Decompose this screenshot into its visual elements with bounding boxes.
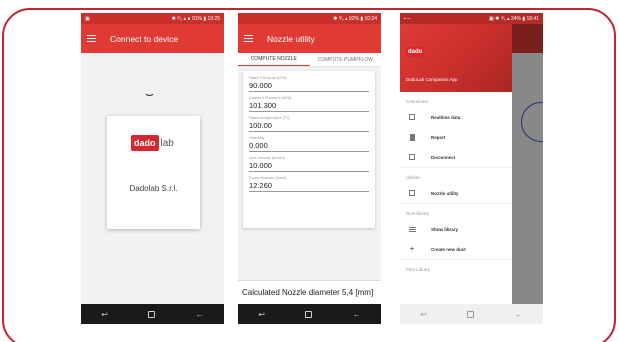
tab-bar: COMPUTE NOZZLE COMPUTE PUMPFLOW: [238, 53, 381, 67]
back-nav-icon[interactable]: ↩: [101, 310, 108, 319]
drawer-item-realtime-data[interactable]: Realtime data: [400, 107, 512, 127]
app-bar: Nozzle utility: [238, 24, 381, 53]
tab-compute-pumpflow[interactable]: COMPUTE PUMPFLOW: [310, 53, 382, 66]
hamburger-menu-icon[interactable]: [87, 35, 96, 42]
nozzle-form: Stack Pressure [kPa] 90.000 Ambient Pres…: [243, 71, 375, 228]
phone-connect-screen: ▣ ✱ ⁰⁄₀ ▴ ∎ 91% ▮ 10:25 Connect to devic…: [81, 13, 224, 324]
drawer-item-create-new-duct[interactable]: + Create new duct: [400, 239, 512, 259]
device-card[interactable]: dado lab Dadolab S.r.l.: [107, 116, 200, 229]
gas-velocity-field[interactable]: Gas velocity [m/sec] 10.000: [249, 155, 369, 172]
drawer-item-show-library[interactable]: Show library: [400, 219, 512, 239]
drawer-header: dado DadoLab Companion App: [400, 24, 512, 92]
pump-flowrate-field[interactable]: Pump flowrate [l/min] 12.260: [249, 175, 369, 192]
dadolab-logo: dado lab: [131, 135, 174, 151]
logo-lab: lab: [160, 137, 174, 149]
recent-nav-icon[interactable]: ←: [515, 310, 523, 319]
back-nav-icon[interactable]: ↩: [420, 310, 427, 319]
page-title: Connect to device: [110, 33, 179, 44]
home-nav-icon[interactable]: [467, 310, 475, 318]
status-right: ✱ ⁰⁄₀ ▴ ∎ 91% ▮ 10:25: [171, 15, 220, 22]
list-icon: [408, 226, 416, 233]
android-navbar: ↩ ←: [238, 304, 381, 324]
device-name: Dadolab S.r.l.: [129, 184, 178, 193]
loading-spinner-icon: [144, 85, 155, 96]
home-nav-icon[interactable]: [305, 310, 313, 318]
drawer-item-report[interactable]: Report: [400, 127, 512, 147]
home-nav-icon[interactable]: [148, 310, 156, 318]
recent-nav-icon[interactable]: ←: [196, 310, 204, 319]
drawer-item-nozzle-utility[interactable]: Nozzle utility: [400, 183, 512, 203]
stack-pressure-field[interactable]: Stack Pressure [kPa] 90.000: [249, 75, 369, 92]
ambient-pressure-field[interactable]: Ambient Pressure [kPa] 101.300: [249, 95, 369, 112]
phone-nozzle-screen: ✱ ⁰⁄₀ ▴ 92% ▮ 10:24 Nozzle utility COMPU…: [238, 13, 381, 324]
report-icon: [408, 133, 416, 141]
phone-drawer-screen: ▪ ─ ▣ ✱ ⁰⁄₀ ▴ 24% ▮ 18:41 dado DadoLab C…: [400, 13, 543, 324]
status-right: ✱ ⁰⁄₀ ▴ 92% ▮ 10:24: [333, 15, 377, 22]
android-navbar: ↩ ←: [400, 304, 543, 324]
status-bar: ▪ ─ ▣ ✱ ⁰⁄₀ ▴ 24% ▮ 18:41: [400, 13, 543, 24]
section-connected: Connected: [406, 99, 428, 104]
status-right: ▣ ✱ ⁰⁄₀ ▴ 24% ▮ 18:41: [489, 15, 539, 22]
drawer-logo: dado: [406, 47, 425, 57]
section-duct-library: Duct library: [400, 203, 512, 219]
humidity-field[interactable]: Humidity 0.000: [249, 135, 369, 152]
logo-dado: dado: [131, 135, 159, 151]
realtime-icon: [408, 114, 416, 121]
hamburger-menu-icon[interactable]: [244, 35, 253, 42]
tab-compute-nozzle[interactable]: COMPUTE NOZZLE: [238, 53, 310, 66]
page-title: Nozzle utility: [267, 33, 315, 44]
status-left: ▣: [85, 15, 90, 22]
status-bar: ▣ ✱ ⁰⁄₀ ▴ ∎ 91% ▮ 10:25: [81, 13, 224, 24]
back-nav-icon[interactable]: ↩: [258, 310, 265, 319]
drawer-item-disconnect[interactable]: Disconnect: [400, 147, 512, 167]
disconnect-icon: [408, 154, 416, 161]
recent-nav-icon[interactable]: ←: [353, 310, 361, 319]
result-text: Calculated Nozzle diameter 5,4 [mm]: [238, 280, 381, 304]
navigation-drawer: dado DadoLab Companion App Connected Rea…: [400, 24, 512, 304]
status-left: ▪ ─: [404, 15, 411, 22]
drawer-app-title: DadoLab Companion App: [406, 77, 458, 82]
section-utilities: Utilities: [400, 167, 512, 183]
plus-icon: +: [409, 245, 415, 253]
stack-temperature-field[interactable]: Stack temperature [°C] 100.00: [249, 115, 369, 132]
status-bar: ✱ ⁰⁄₀ ▴ 92% ▮ 10:24: [238, 13, 381, 24]
nozzle-icon: [408, 190, 416, 197]
android-navbar: ↩ ←: [81, 304, 224, 324]
section-pitot-library: Pitot Library: [400, 259, 512, 275]
app-bar: Connect to device: [81, 24, 224, 53]
